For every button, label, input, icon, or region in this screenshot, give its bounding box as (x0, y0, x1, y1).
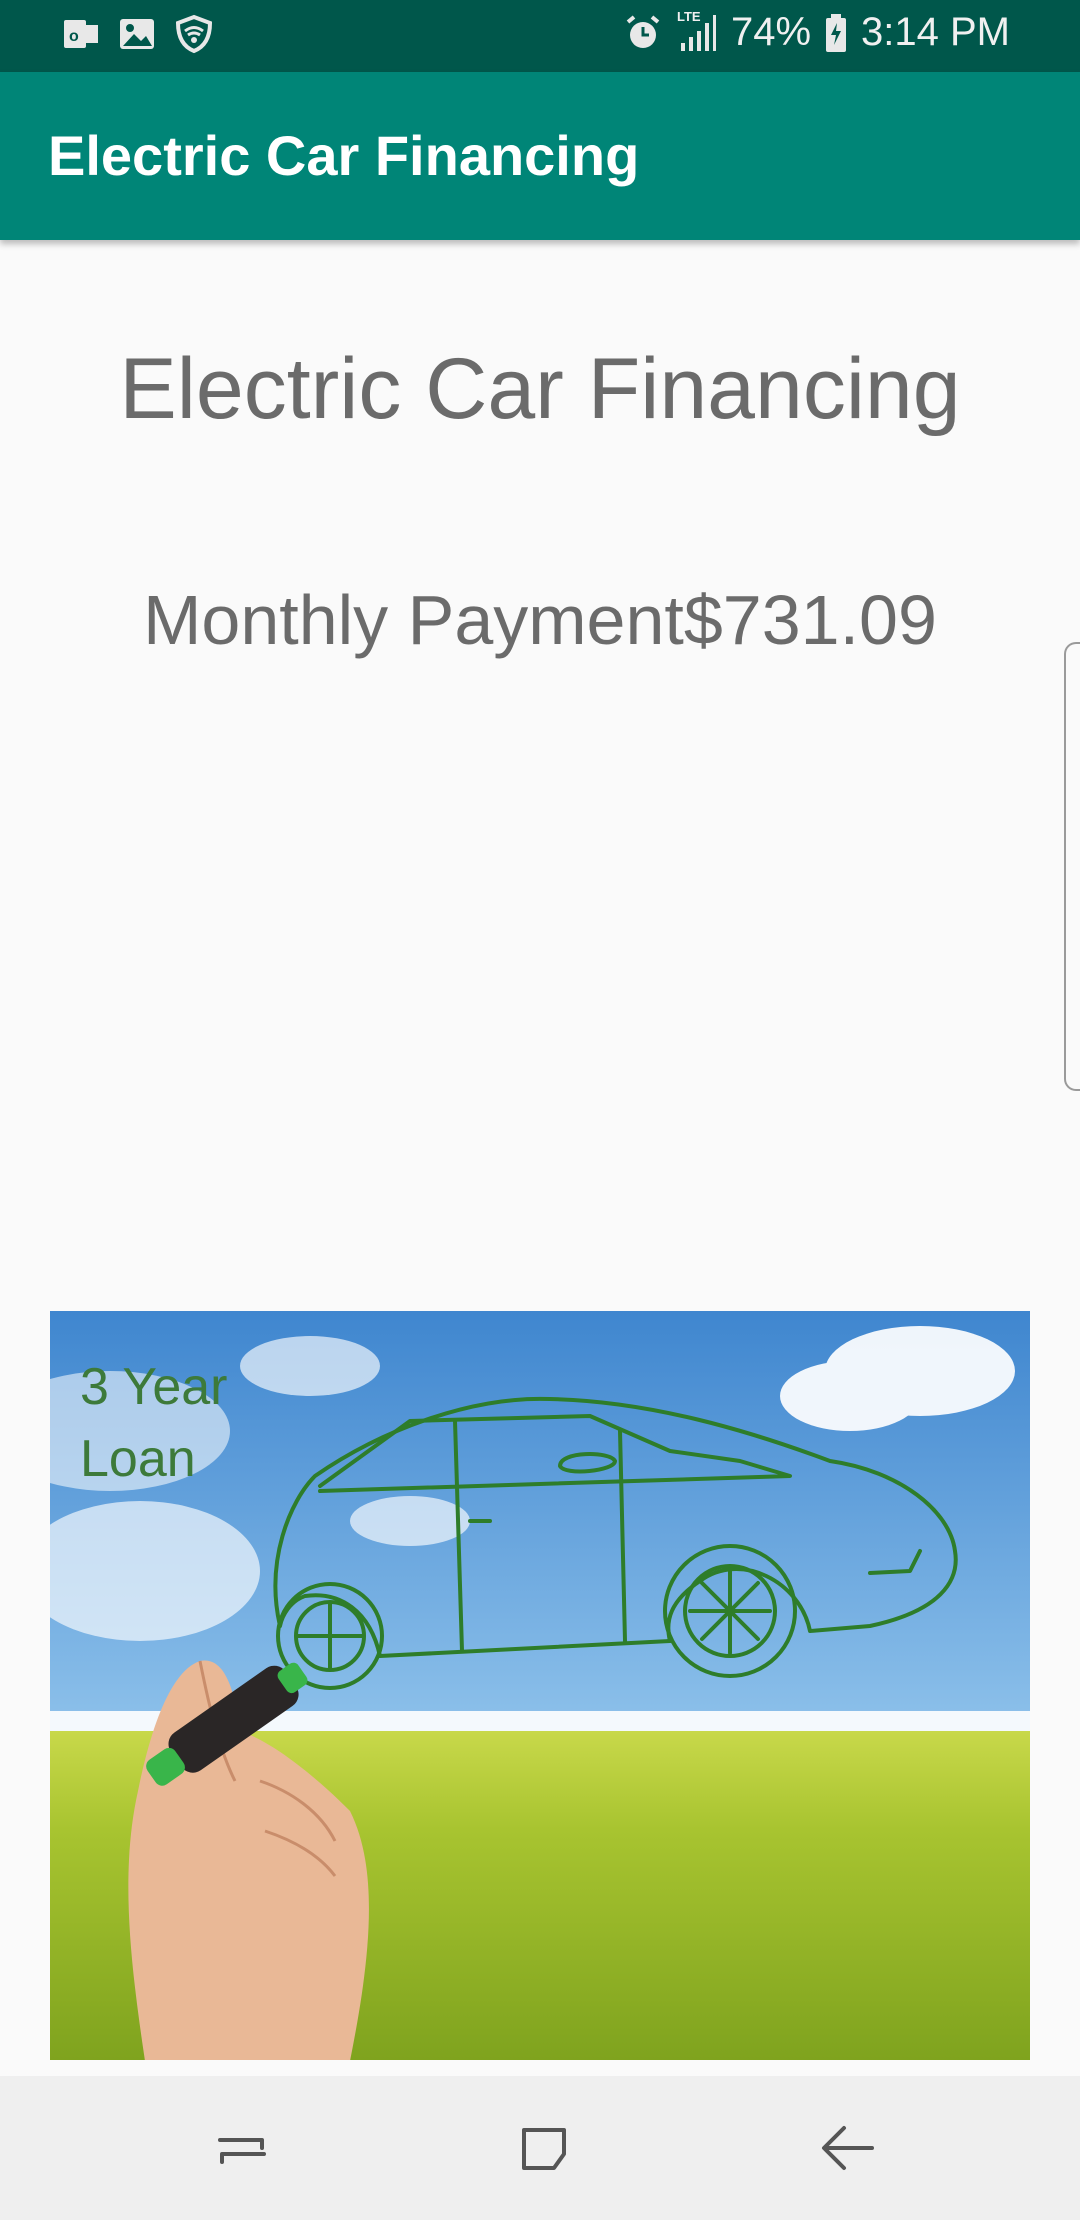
monthly-payment: Monthly Payment$731.09 (0, 580, 1080, 660)
svg-text:o: o (69, 28, 79, 45)
home-icon[interactable] (514, 2118, 574, 2178)
hero-image: 3 Year Loan (50, 1311, 1030, 2060)
shield-wifi-icon (175, 14, 213, 54)
alarm-icon (626, 14, 660, 48)
app-bar: Electric Car Financing (0, 72, 1080, 240)
signal-icon: LTE (677, 9, 717, 55)
hero-caption-line1: 3 Year (80, 1358, 228, 1416)
clock: 3:14 PM (861, 10, 1010, 54)
status-bar: o LTE 74% 3:14 PM (0, 0, 1080, 72)
battery-percent: 74% (730, 10, 812, 54)
status-right: LTE 74% 3:14 PM (623, 9, 1010, 55)
payment-label: Monthly Payment (143, 581, 684, 659)
app-bar-title: Electric Car Financing (48, 124, 640, 187)
recents-icon[interactable] (212, 2118, 272, 2178)
navigation-bar (0, 2076, 1080, 2220)
payment-value: $731.09 (683, 581, 937, 659)
hero-caption: 3 Year Loan (80, 1351, 228, 1495)
page-heading: Electric Car Financing (119, 341, 961, 437)
edge-panel-handle[interactable] (1064, 642, 1080, 1091)
status-left-icons: o (62, 14, 214, 54)
outlook-icon: o (64, 20, 98, 48)
back-icon[interactable] (818, 2118, 878, 2178)
battery-icon (826, 13, 847, 52)
gallery-icon (120, 19, 154, 49)
hero-caption-line2: Loan (80, 1430, 196, 1488)
